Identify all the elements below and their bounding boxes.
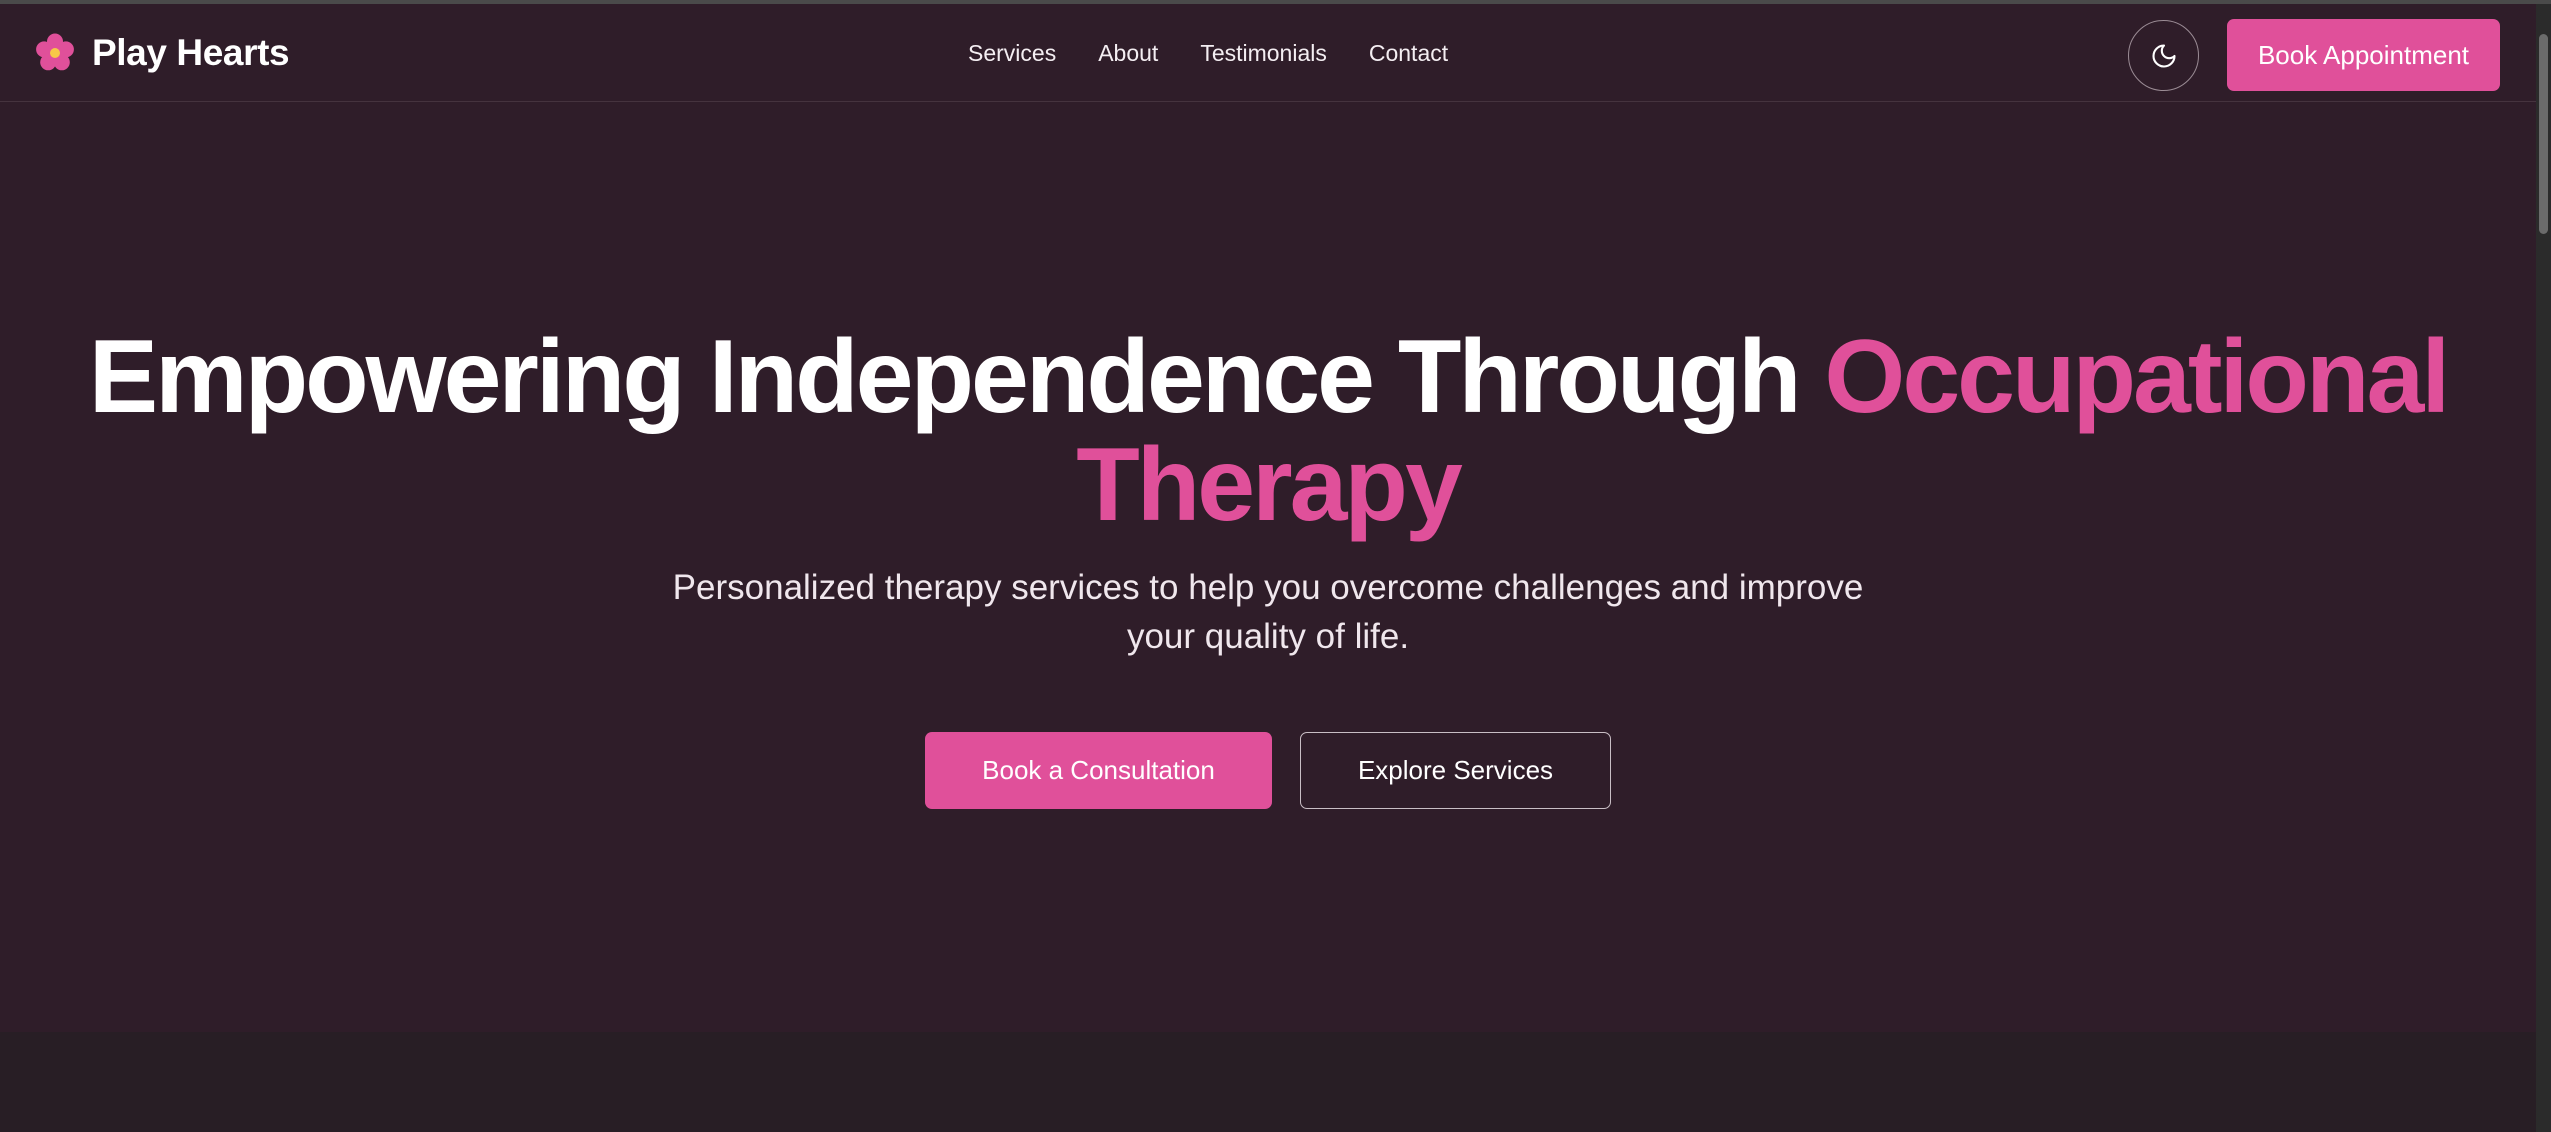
hero-title: Empowering Independence Through Occupati… (0, 323, 2536, 539)
book-consultation-button[interactable]: Book a Consultation (925, 732, 1272, 809)
hero-subtitle: Personalized therapy services to help yo… (672, 568, 1864, 656)
hero-section: Empowering Independence Through Occupati… (0, 103, 2536, 1032)
moon-icon (2151, 43, 2176, 68)
nav-item-services[interactable]: Services (968, 40, 1056, 67)
hero-actions: Book a Consultation Explore Services (925, 732, 1611, 809)
scrollbar-thumb[interactable] (2539, 34, 2548, 234)
nav-item-testimonials[interactable]: Testimonials (1200, 40, 1327, 67)
flower-icon (36, 33, 74, 71)
site-header: Play Hearts Services About Testimonials … (0, 4, 2536, 102)
nav-item-contact[interactable]: Contact (1369, 40, 1448, 67)
theme-toggle-button[interactable] (2128, 20, 2199, 91)
brand-name: Play Hearts (92, 32, 290, 73)
page-scrollbar[interactable] (2536, 4, 2551, 1132)
nav-item-about[interactable]: About (1098, 40, 1158, 67)
next-section (0, 1032, 2536, 1132)
brand[interactable]: Play Hearts (34, 32, 290, 74)
main-nav: Services About Testimonials Contact (968, 40, 1490, 67)
hero-title-main: Empowering Independence Through (88, 319, 1802, 435)
explore-services-button[interactable]: Explore Services (1300, 732, 1611, 809)
book-appointment-button[interactable]: Book Appointment (2227, 19, 2500, 91)
